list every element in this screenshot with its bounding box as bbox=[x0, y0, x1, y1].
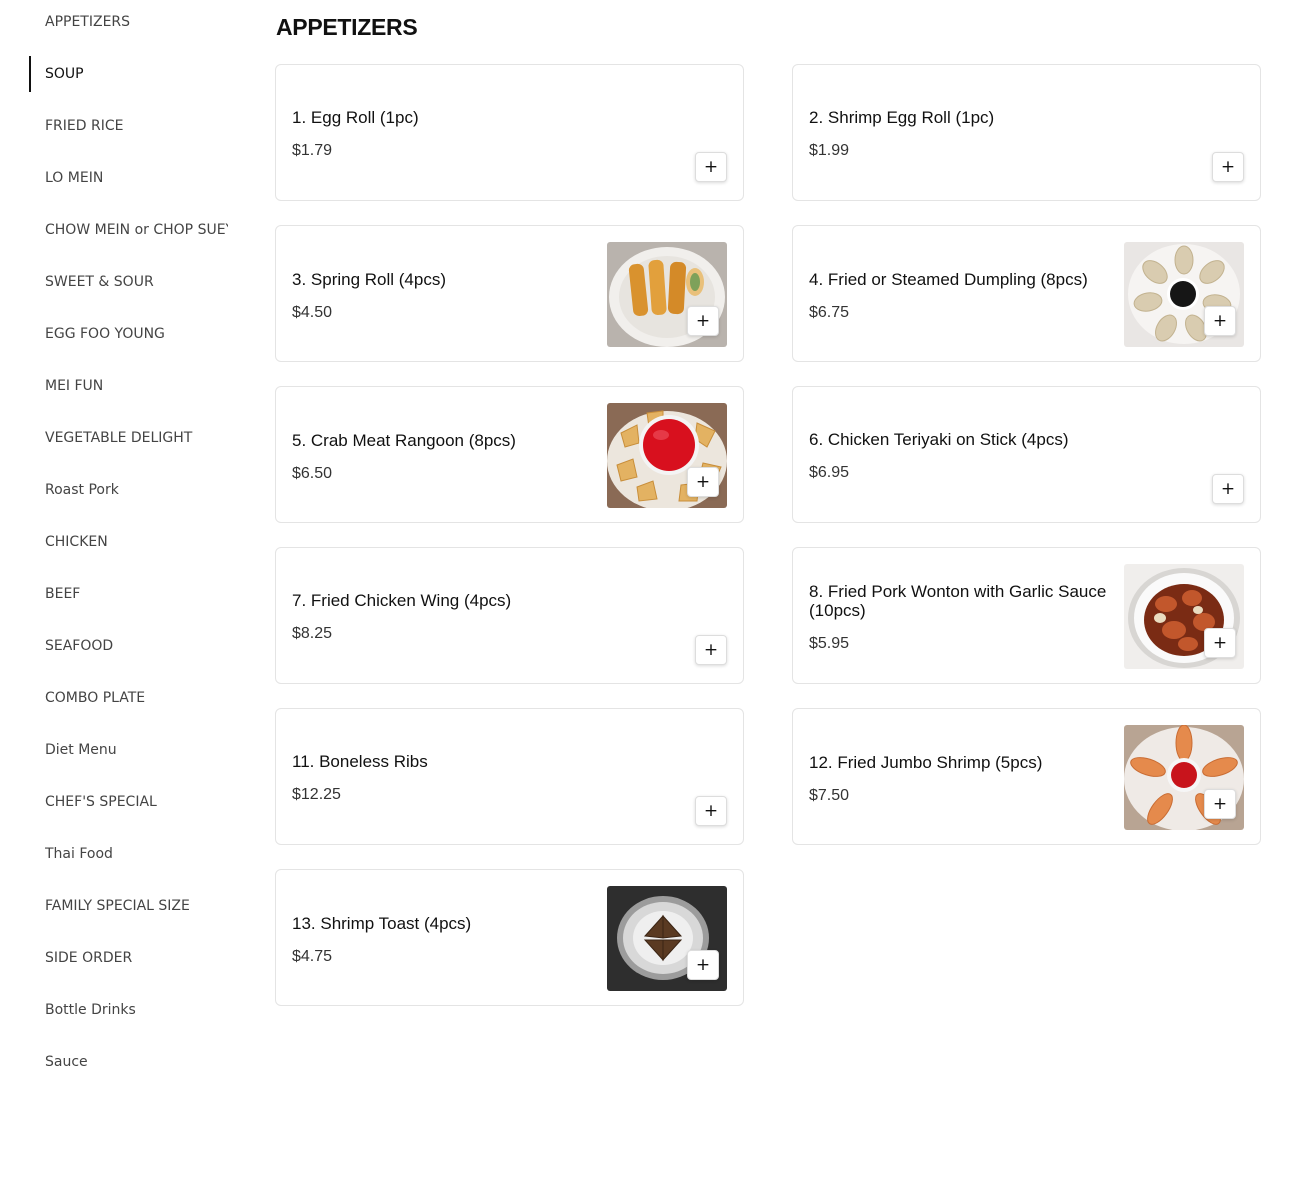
menu-item-name: 2. Shrimp Egg Roll (1pc) bbox=[809, 108, 995, 127]
sidebar-item-lo-mein[interactable]: LO MEIN bbox=[45, 160, 228, 196]
menu-item-price: $8.25 bbox=[292, 625, 333, 642]
menu-item-card[interactable]: 12. Fried Jumbo Shrimp (5pcs) $7.50 + bbox=[792, 708, 1261, 845]
menu-item-card[interactable]: 3. Spring Roll (4pcs) $4.50 + bbox=[275, 225, 744, 362]
menu-item-price: $1.79 bbox=[292, 142, 333, 159]
section-title: APPETIZERS bbox=[276, 14, 418, 40]
add-to-cart-button[interactable]: + bbox=[687, 467, 719, 497]
menu-item-price: $5.95 bbox=[809, 635, 850, 652]
menu-item-name: 13. Shrimp Toast (4pcs) bbox=[292, 914, 472, 933]
sidebar-item-family-special-size[interactable]: FAMILY SPECIAL SIZE bbox=[45, 888, 228, 924]
add-to-cart-button[interactable]: + bbox=[695, 152, 727, 182]
menu-item-price: $6.50 bbox=[292, 465, 333, 482]
menu-item-name: 7. Fried Chicken Wing (4pcs) bbox=[292, 591, 512, 610]
menu-item-price: $4.75 bbox=[292, 948, 333, 965]
sidebar-item-roast-pork[interactable]: Roast Pork bbox=[45, 472, 228, 508]
add-to-cart-button[interactable]: + bbox=[687, 950, 719, 980]
menu-item-card[interactable]: 1. Egg Roll (1pc) $1.79 + bbox=[275, 64, 744, 201]
add-to-cart-button[interactable]: + bbox=[687, 306, 719, 336]
add-to-cart-button[interactable]: + bbox=[1212, 474, 1244, 504]
sidebar-item-mei-fun[interactable]: MEI FUN bbox=[45, 368, 228, 404]
menu-item-card[interactable]: 5. Crab Meat Rangoon (8pcs) $6.50 + bbox=[275, 386, 744, 523]
sidebar-item-chefs-special[interactable]: CHEF'S SPECIAL bbox=[45, 784, 228, 820]
sidebar-item-bottle-drinks[interactable]: Bottle Drinks bbox=[45, 992, 228, 1028]
sidebar-item-side-order[interactable]: SIDE ORDER bbox=[45, 940, 228, 976]
menu-item-card[interactable]: 11. Boneless Ribs $12.25 + bbox=[275, 708, 744, 845]
menu-item-price: $6.75 bbox=[809, 304, 850, 321]
menu-item-card[interactable]: 2. Shrimp Egg Roll (1pc) $1.99 + bbox=[792, 64, 1261, 201]
menu-item-card[interactable]: 7. Fried Chicken Wing (4pcs) $8.25 + bbox=[275, 547, 744, 684]
sidebar-item-combo-plate[interactable]: COMBO PLATE bbox=[45, 680, 228, 716]
sidebar-item-diet-menu[interactable]: Diet Menu bbox=[45, 732, 228, 768]
sidebar-item-chicken[interactable]: CHICKEN bbox=[45, 524, 228, 560]
sidebar-item-thai-food[interactable]: Thai Food bbox=[45, 836, 228, 872]
menu-item-card[interactable]: 4. Fried or Steamed Dumpling (8pcs) $6.7… bbox=[792, 225, 1261, 362]
sidebar-item-fried-rice[interactable]: FRIED RICE bbox=[45, 108, 228, 144]
sidebar-item-appetizers[interactable]: APPETIZERS bbox=[45, 4, 228, 40]
menu-item-name: 3. Spring Roll (4pcs) bbox=[292, 270, 447, 289]
menu-item-name: 8. Fried Pork Wonton with Garlic Sauce (… bbox=[809, 582, 1107, 620]
sidebar-item-chow-mein[interactable]: CHOW MEIN or CHOP SUEY bbox=[45, 212, 228, 248]
sidebar-item-soup[interactable]: SOUP bbox=[45, 56, 228, 92]
sidebar-item-sauce[interactable]: Sauce bbox=[45, 1044, 228, 1080]
menu-item-price: $1.99 bbox=[809, 142, 850, 159]
menu-item-name: 12. Fried Jumbo Shrimp (5pcs) bbox=[809, 753, 1043, 772]
add-to-cart-button[interactable]: + bbox=[695, 796, 727, 826]
sidebar-item-sweet-sour[interactable]: SWEET & SOUR bbox=[45, 264, 228, 300]
sidebar-item-beef[interactable]: BEEF bbox=[45, 576, 228, 612]
add-to-cart-button[interactable]: + bbox=[1204, 789, 1236, 819]
menu-item-price: $4.50 bbox=[292, 304, 333, 321]
menu-item-card[interactable]: 13. Shrimp Toast (4pcs) $4.75 + bbox=[275, 869, 744, 1006]
menu-item-card[interactable]: 8. Fried Pork Wonton with Garlic Sauce (… bbox=[792, 547, 1261, 684]
add-to-cart-button[interactable]: + bbox=[1204, 306, 1236, 336]
sidebar-item-vegetable-delight[interactable]: VEGETABLE DELIGHT bbox=[45, 420, 228, 456]
menu-item-name: 4. Fried or Steamed Dumpling (8pcs) bbox=[809, 270, 1088, 289]
active-category-indicator bbox=[29, 56, 31, 92]
menu-item-name: 5. Crab Meat Rangoon (8pcs) bbox=[292, 431, 516, 450]
menu-item-card[interactable]: 6. Chicken Teriyaki on Stick (4pcs) $6.9… bbox=[792, 386, 1261, 523]
menu-item-name: 11. Boneless Ribs bbox=[292, 752, 428, 771]
sidebar-item-seafood[interactable]: SEAFOOD bbox=[45, 628, 228, 664]
add-to-cart-button[interactable]: + bbox=[1212, 152, 1244, 182]
menu-item-name: 1. Egg Roll (1pc) bbox=[292, 108, 419, 127]
menu-item-price: $12.25 bbox=[292, 786, 341, 803]
add-to-cart-button[interactable]: + bbox=[1204, 628, 1236, 658]
menu-item-price: $7.50 bbox=[809, 787, 850, 804]
menu-item-name: 6. Chicken Teriyaki on Stick (4pcs) bbox=[809, 430, 1069, 449]
add-to-cart-button[interactable]: + bbox=[695, 635, 727, 665]
sidebar-item-egg-foo-young[interactable]: EGG FOO YOUNG bbox=[45, 316, 228, 352]
menu-item-price: $6.95 bbox=[809, 464, 850, 481]
